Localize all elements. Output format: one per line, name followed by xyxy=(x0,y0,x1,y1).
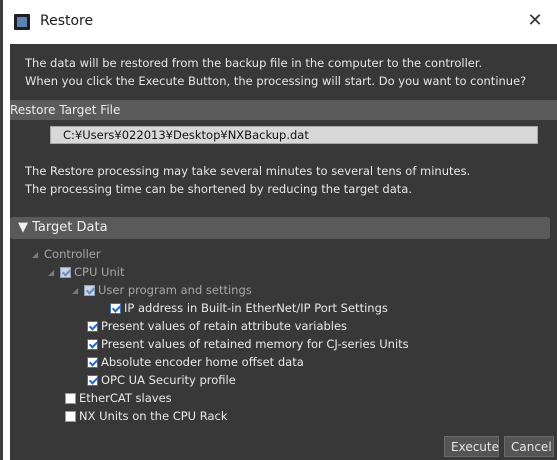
tree-item-ethercat-slaves[interactable]: EtherCAT slaves xyxy=(65,390,172,406)
title-bar: Restore ✕ xyxy=(0,0,557,44)
tree-item-retain-variables[interactable]: Present values of retain attribute varia… xyxy=(87,318,347,334)
app-icon xyxy=(14,14,30,30)
tree-item-label: EtherCAT slaves xyxy=(79,391,172,405)
confirmation-message: The data will be restored from the backu… xyxy=(25,54,555,90)
message-line-1: The data will be restored from the backu… xyxy=(25,56,483,70)
window-edge xyxy=(0,0,3,460)
window-title: Restore xyxy=(40,13,94,29)
encoder-offset-checkbox[interactable] xyxy=(87,357,98,368)
tree-item-ip-address[interactable]: IP address in Built-in EtherNet/IP Port … xyxy=(110,300,388,316)
tree-expander-icon: ◢ xyxy=(32,249,39,259)
ethercat-slaves-checkbox[interactable] xyxy=(65,393,76,404)
tree-expander-icon: ◢ xyxy=(48,267,55,277)
tree-item-label: OPC UA Security profile xyxy=(101,373,236,387)
restore-file-path-field[interactable] xyxy=(50,126,538,144)
execute-button[interactable]: Execute xyxy=(444,436,499,457)
processing-time-note: The Restore processing may take several … xyxy=(25,162,555,198)
collapse-arrow-icon: ▼ xyxy=(18,220,28,235)
dialog-content: The data will be restored from the backu… xyxy=(10,44,557,460)
target-data-header[interactable]: ▼ Target Data xyxy=(10,217,550,239)
tree-item-label: Controller xyxy=(44,247,101,261)
opc-ua-checkbox[interactable] xyxy=(87,375,98,386)
tree-item-user-program[interactable]: ◢ User program and settings xyxy=(72,282,252,298)
tree-item-label: User program and settings xyxy=(98,283,252,297)
cpu-unit-checkbox[interactable] xyxy=(60,267,71,278)
close-button[interactable]: ✕ xyxy=(523,10,547,34)
note-line-2: The processing time can be shortened by … xyxy=(25,182,412,196)
retained-memory-checkbox[interactable] xyxy=(87,339,98,350)
target-data-header-label: Target Data xyxy=(32,220,108,235)
cancel-button[interactable]: Cancel xyxy=(504,436,554,457)
restore-dialog: Restore ✕ The data will be restored from… xyxy=(0,0,557,460)
tree-item-controller[interactable]: ◢ Controller xyxy=(32,246,101,262)
tree-item-label: NX Units on the CPU Rack xyxy=(79,409,228,423)
restore-target-file-header: Restore Target File xyxy=(10,100,557,120)
tree-item-label: Present values of retain attribute varia… xyxy=(101,319,348,333)
retain-variables-checkbox[interactable] xyxy=(87,321,98,332)
tree-item-label: CPU Unit xyxy=(74,265,125,279)
tree-item-label: IP address in Built-in EtherNet/IP Port … xyxy=(124,301,388,315)
tree-item-encoder-offset[interactable]: Absolute encoder home offset data xyxy=(87,354,304,370)
nx-units-checkbox[interactable] xyxy=(65,411,76,422)
tree-expander-icon: ◢ xyxy=(72,285,79,295)
tree-item-retained-memory[interactable]: Present values of retained memory for CJ… xyxy=(87,336,409,352)
tree-item-label: Present values of retained memory for CJ… xyxy=(101,337,409,351)
tree-item-label: Absolute encoder home offset data xyxy=(101,355,304,369)
tree-item-opc-ua[interactable]: OPC UA Security profile xyxy=(87,372,236,388)
tree-item-nx-units[interactable]: NX Units on the CPU Rack xyxy=(65,408,228,424)
message-line-2: When you click the Execute Button, the p… xyxy=(25,74,527,88)
ip-address-checkbox[interactable] xyxy=(110,303,121,314)
user-program-checkbox[interactable] xyxy=(84,285,95,296)
tree-item-cpu-unit[interactable]: ◢ CPU Unit xyxy=(48,264,124,280)
note-line-1: The Restore processing may take several … xyxy=(25,164,471,178)
